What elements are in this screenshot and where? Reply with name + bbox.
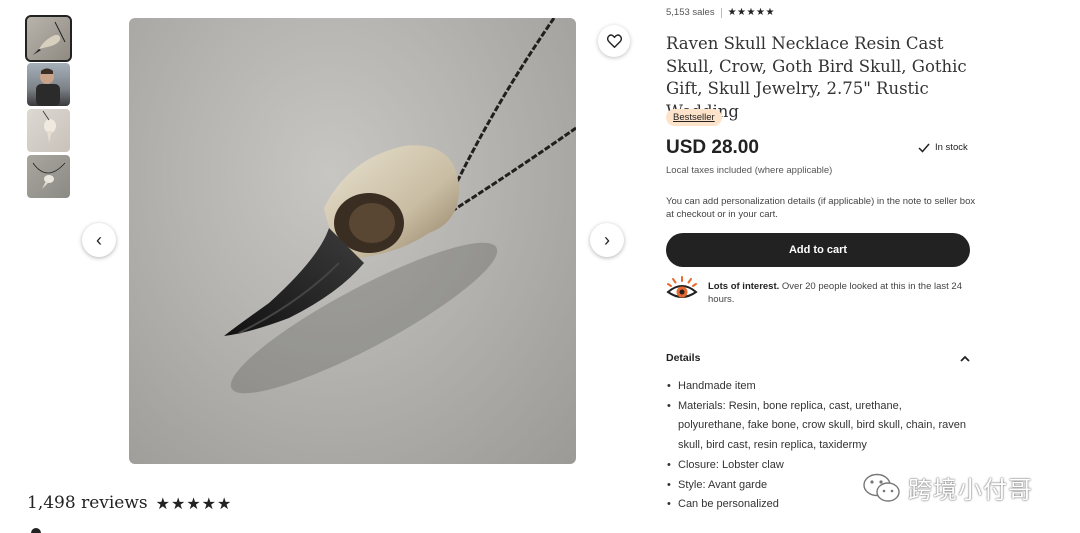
eye-icon	[666, 276, 698, 298]
heart-icon	[606, 34, 622, 48]
reviewer-avatar	[31, 528, 41, 533]
list-item: Materials: Resin, bone replica, cast, ur…	[666, 397, 971, 456]
thumbnail-strip	[25, 15, 72, 201]
thumbnail-2[interactable]	[27, 63, 70, 106]
main-product-image	[129, 18, 576, 464]
sales-rating: 5,153 sales ★★★★★	[666, 7, 775, 18]
personalization-note: You can add personalization details (if …	[666, 196, 976, 220]
stock-label: In stock	[935, 142, 968, 153]
details-heading: Details	[666, 352, 701, 364]
list-item: Handmade item	[666, 377, 971, 397]
details-toggle[interactable]: Details	[666, 352, 970, 364]
thumbnail-4[interactable]	[27, 155, 70, 198]
chevron-up-icon	[960, 355, 970, 362]
add-to-cart-button[interactable]: Add to cart	[666, 233, 970, 267]
reviews-count: 1,498 reviews	[27, 493, 148, 513]
thumbnail-1[interactable]	[25, 15, 72, 62]
thumbnail-3[interactable]	[27, 109, 70, 152]
wechat-icon	[863, 473, 900, 502]
favorite-button[interactable]	[598, 25, 630, 57]
next-image-button[interactable]: ›	[590, 223, 624, 257]
watermark: 跨境小付哥	[862, 470, 1033, 505]
bestseller-badge[interactable]: Bestseller	[666, 109, 722, 126]
chevron-left-icon: ‹	[96, 229, 102, 250]
watermark-text: 跨境小付哥	[908, 476, 1033, 504]
tax-note: Local taxes included (where applicable)	[666, 165, 833, 176]
sales-count: 5,153 sales	[666, 7, 715, 18]
price: USD 28.00	[666, 137, 759, 158]
chevron-right-icon: ›	[604, 229, 610, 250]
reviews-stars: ★★★★★	[155, 493, 233, 513]
interest-bold: Lots of interest.	[708, 281, 780, 292]
reviews-summary: 1,498 reviews ★★★★★	[27, 493, 232, 513]
stock-status: In stock	[918, 142, 968, 153]
interest-text: Lots of interest. Over 20 people looked …	[708, 276, 973, 306]
interest-notice: Lots of interest. Over 20 people looked …	[666, 276, 976, 306]
review-row-partial	[27, 526, 427, 533]
rating-stars[interactable]: ★★★★★	[728, 7, 775, 18]
previous-image-button[interactable]: ‹	[82, 223, 116, 257]
checkmark-icon	[918, 143, 930, 153]
divider	[720, 7, 722, 18]
